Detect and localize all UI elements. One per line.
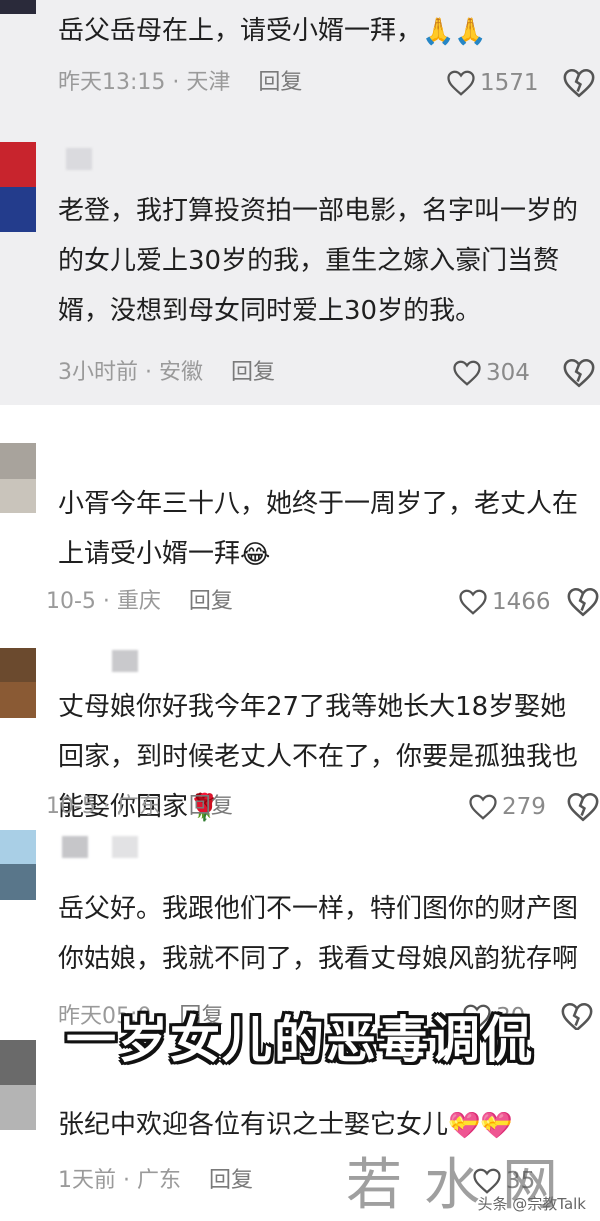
avatar[interactable]	[0, 0, 36, 14]
username-blurred	[112, 836, 138, 858]
heart-outline-icon	[469, 794, 497, 820]
like-button[interactable]: 1466	[458, 585, 551, 619]
laughing-emoji: 😂	[240, 539, 271, 570]
comment-2: 老登，我打算投资拍一部电影，名字叫一岁的的女儿爱上30岁的我，重生之嫁入豪门当赘…	[0, 130, 600, 405]
broken-heart-icon[interactable]	[562, 356, 596, 390]
heart-outline-icon	[459, 589, 487, 615]
reply-button[interactable]: 回复	[189, 589, 233, 614]
comment-meta: 10-5 · 重庆 回复	[46, 585, 233, 619]
like-button[interactable]: 1571	[446, 66, 539, 100]
like-count: 279	[502, 794, 546, 820]
like-button[interactable]: 304	[452, 356, 530, 390]
reply-button[interactable]: 回复	[209, 1168, 253, 1193]
comment-text: 岳父好。我跟他们不一样，特们图你的财产图你姑娘，我就不同了，我看丈母娘风韵犹存啊	[58, 894, 579, 974]
time-location: 10-5 · 重庆	[46, 589, 161, 614]
comment-text: 小胥今年三十八，她终于一周岁了，老丈人在上请受小婿一拜😂	[58, 479, 580, 580]
reply-button[interactable]: 回复	[231, 360, 275, 385]
heart-outline-icon	[447, 70, 475, 96]
reply-button[interactable]: 回复	[189, 794, 233, 819]
comment-3: 小胥今年三十八，她终于一周岁了，老丈人在上请受小婿一拜😂 10-5 · 重庆 回复…	[0, 405, 600, 630]
username-blurred	[66, 148, 92, 170]
avatar[interactable]	[0, 648, 36, 718]
comment-text: 老登，我打算投资拍一部电影，名字叫一岁的的女儿爱上30岁的我，重生之嫁入豪门当赘…	[58, 196, 579, 326]
time-location: 10-5 · 广东	[46, 794, 161, 819]
heart-outline-icon	[453, 360, 481, 386]
comment-meta: 昨天13:15 · 天津 回复	[58, 66, 302, 100]
broken-heart-icon[interactable]	[562, 66, 596, 100]
broken-heart-icon[interactable]	[566, 585, 600, 619]
like-count: 1466	[492, 589, 551, 615]
video-caption: 一岁女儿的恶毒调侃	[66, 1011, 534, 1069]
source-credit: 头条 @宗教Talk	[477, 1195, 587, 1213]
like-count: 1571	[480, 70, 539, 96]
comment-1: 岳父岳母在上，请受小婿一拜，🙏🙏 昨天13:15 · 天津 回复 1571	[0, 0, 600, 130]
avatar[interactable]	[0, 830, 36, 900]
like-button[interactable]: 279	[468, 790, 546, 824]
comment-text: 岳父岳母在上，请受小婿一拜，🙏🙏	[58, 6, 580, 57]
comment-meta: 3小时前 · 安徽 回复	[58, 356, 275, 390]
like-count: 304	[486, 360, 530, 386]
comment-meta: 10-5 · 广东 回复	[46, 790, 233, 824]
praying-hands-emoji: 🙏🙏	[422, 16, 487, 47]
avatar[interactable]	[0, 443, 36, 513]
comment-4: 丈母娘你好我今年27了我等她长大18岁娶她回家，到时候老丈人不在了，你要是孤独我…	[0, 630, 600, 830]
avatar[interactable]	[0, 142, 36, 232]
username-blurred	[62, 836, 88, 858]
broken-heart-icon[interactable]	[566, 790, 600, 824]
comment-meta: 1天前 · 广东 回复	[58, 1164, 253, 1198]
username-blurred	[112, 650, 138, 672]
time-location: 昨天13:15 · 天津	[58, 70, 231, 95]
time-location: 3小时前 · 安徽	[58, 360, 203, 385]
reply-button[interactable]: 回复	[258, 70, 302, 95]
time-location: 1天前 · 广东	[58, 1168, 181, 1193]
